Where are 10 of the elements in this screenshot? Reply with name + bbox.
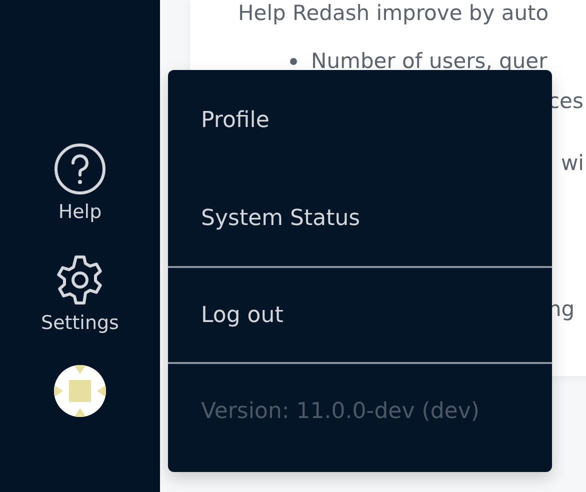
bullet-icon (290, 58, 297, 66)
sidebar-item[interactable]: Settings (41, 252, 119, 337)
help-icon (53, 142, 107, 196)
logout-menu-item[interactable]: Log out (168, 266, 552, 362)
version-text: Version: 11.0.0-dev (dev) (168, 362, 552, 458)
paragraph-text: Help Redash improve by auto (238, 0, 549, 27)
paragraph-text: wi (561, 150, 584, 177)
sidebar-item[interactable]: Help (53, 142, 107, 226)
avatar[interactable] (54, 365, 106, 417)
menu-item[interactable]: System Status (168, 170, 552, 266)
